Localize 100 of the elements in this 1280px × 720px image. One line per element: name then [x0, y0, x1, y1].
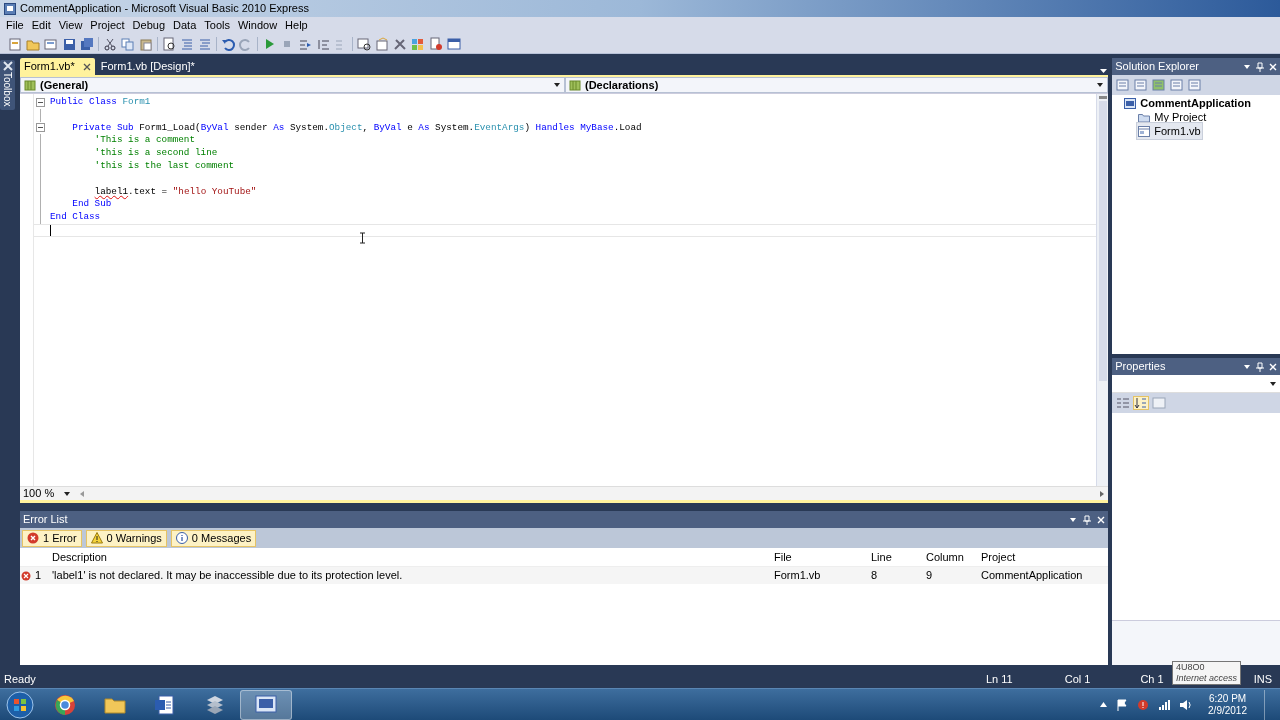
- code-line: 'this is the last comment: [93, 160, 235, 173]
- close-icon[interactable]: [82, 62, 91, 71]
- sort-icon[interactable]: [1134, 397, 1149, 409]
- menu-item[interactable]: Project: [86, 17, 129, 34]
- code-line: End Class: [48, 211, 101, 224]
- class-icon: [23, 79, 36, 91]
- save-icon[interactable]: [62, 36, 76, 51]
- flag-icon[interactable]: [1116, 698, 1129, 711]
- window-title: CommentApplication - Microsoft Visual Basic 2010 Express: [20, 1, 309, 17]
- form-icon: [1138, 125, 1151, 137]
- toolbox-tab[interactable]: Toolbox: [0, 60, 16, 111]
- menu-item[interactable]: Data: [169, 17, 201, 34]
- pin-icon[interactable]: [1256, 61, 1264, 72]
- code-line: End Sub: [71, 198, 112, 212]
- filter-button[interactable]: 1 Error: [21, 529, 82, 547]
- window-icon[interactable]: [447, 36, 461, 51]
- code-line: label1.text = "hello YouTube": [93, 185, 257, 199]
- text-cursor-icon: [358, 232, 366, 244]
- dropdown-arrow-icon: [64, 491, 71, 496]
- delete-page-icon[interactable]: [429, 36, 443, 51]
- dropdown-arrow-icon[interactable]: [1243, 362, 1251, 371]
- show-hidden-icons-icon[interactable]: [1100, 702, 1108, 707]
- new-project-icon[interactable]: [8, 36, 22, 51]
- add-item-icon[interactable]: [44, 36, 58, 51]
- info-icon: [175, 532, 188, 544]
- cut-icon[interactable]: [103, 36, 117, 51]
- menu-item[interactable]: Edit: [27, 17, 55, 34]
- menu-item[interactable]: Tools: [200, 17, 234, 34]
- toolbox-icon[interactable]: [411, 36, 425, 51]
- folder-icon: [1138, 111, 1151, 123]
- vb-app-icon[interactable]: [255, 694, 277, 715]
- tools-icon: [2, 60, 14, 72]
- warning-icon: [90, 532, 103, 544]
- copy-icon[interactable]: [121, 36, 135, 51]
- filter-button[interactable]: 0 Messages: [170, 529, 257, 547]
- code-line: 'this is a second line: [93, 147, 218, 160]
- menu-item[interactable]: File: [2, 17, 28, 34]
- tree-item[interactable]: CommentApplication: [1122, 93, 1253, 113]
- class-icon: [568, 79, 581, 91]
- table-cell-text: 'label1' is not declared. It may be inaccessible due to its protection level.: [50, 568, 403, 584]
- table-cell-text: 9: [924, 568, 934, 584]
- column-header[interactable]: Description: [19, 548, 770, 566]
- status-text: Ch 1: [1140, 671, 1164, 687]
- table-cell-text: 1: [33, 568, 43, 584]
- code-line: Public Class Form1: [48, 96, 151, 109]
- speaker-icon[interactable]: [1179, 698, 1192, 711]
- menu-item[interactable]: Window: [233, 17, 282, 34]
- dropdown-arrow-icon: [552, 81, 561, 89]
- dropdown[interactable]: (Declarations): [564, 77, 1109, 93]
- collapse-icon[interactable]: [36, 97, 46, 107]
- column-header[interactable]: Line: [866, 548, 922, 566]
- dropdown-arrow-icon[interactable]: [1069, 515, 1078, 524]
- document-tab[interactable]: Form1.vb*: [19, 58, 95, 75]
- code-line: Private Sub Form1_Load(ByVal sender As System.Object, ByVal e As System.EventArgs) Handles MyBase.Load: [71, 121, 642, 135]
- menu-item[interactable]: View: [54, 17, 87, 34]
- dropdown-arrow-icon: [1270, 381, 1276, 386]
- dropdown-arrow-icon[interactable]: [1243, 62, 1251, 71]
- clock[interactable]: 6:20 PM 2/9/2012: [1200, 692, 1255, 717]
- table-cell-text: Form1.vb: [772, 568, 822, 584]
- pin-icon[interactable]: [1256, 361, 1264, 372]
- filter-button[interactable]: 0 Warnings: [85, 529, 167, 547]
- signal-icon[interactable]: [1158, 698, 1171, 711]
- menu-item[interactable]: Help: [281, 17, 312, 34]
- app-icon: [4, 2, 16, 15]
- status-text: Col 1: [1064, 671, 1091, 687]
- zoom-dropdown[interactable]: 100 %: [19, 487, 76, 500]
- network-warning-icon[interactable]: [1137, 698, 1150, 711]
- text-caret: [49, 224, 51, 236]
- error-icon: [26, 532, 39, 544]
- paste-icon[interactable]: [139, 36, 153, 51]
- collapse-icon[interactable]: [36, 123, 46, 133]
- start-button[interactable]: [6, 690, 34, 719]
- tree-item[interactable]: Form1.vb: [1136, 121, 1203, 141]
- panel-title: Error List: [22, 512, 69, 528]
- table-cell-text: CommentApplication: [979, 568, 1084, 584]
- code-line: 'This is a comment: [93, 134, 196, 148]
- panel-title: Solution Explorer: [1115, 59, 1201, 75]
- scroll-right-icon[interactable]: [1100, 490, 1105, 497]
- tools-icon[interactable]: [393, 36, 407, 51]
- panel-title: Properties: [1115, 359, 1167, 375]
- scroll-left-icon[interactable]: [79, 490, 84, 497]
- status-text: Ready: [4, 671, 36, 687]
- menu-item[interactable]: Debug: [128, 17, 170, 34]
- column-header[interactable]: Column: [921, 548, 977, 566]
- browser-icon[interactable]: [54, 693, 76, 716]
- column-header[interactable]: Project: [976, 548, 1109, 566]
- status-text: Ln 11: [986, 671, 1013, 687]
- save-all-icon[interactable]: [80, 36, 94, 51]
- status-text: INS: [1253, 671, 1272, 687]
- pin-icon[interactable]: [1083, 514, 1092, 525]
- table-cell-text: 8: [869, 568, 879, 584]
- column-header[interactable]: File: [769, 548, 867, 566]
- undo-icon[interactable]: [221, 36, 235, 51]
- find-icon[interactable]: [162, 36, 176, 51]
- window-search-icon[interactable]: [357, 36, 371, 51]
- dropdown[interactable]: (General): [19, 77, 565, 93]
- vertical-scrollbar[interactable]: [1096, 94, 1109, 486]
- document-icon[interactable]: [154, 693, 176, 716]
- document-tab[interactable]: Form1.vb [Design]*: [96, 58, 199, 75]
- vb-project-icon: [1124, 97, 1137, 109]
